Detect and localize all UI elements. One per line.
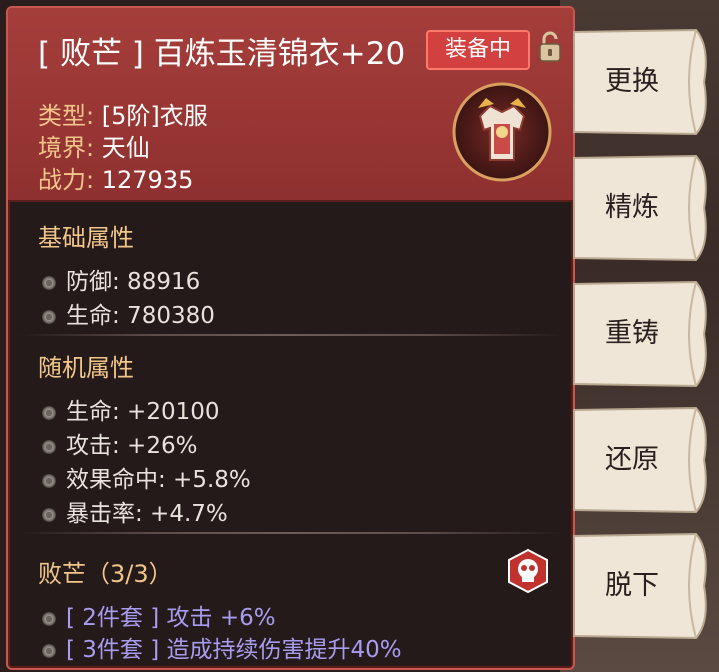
type-value: [5阶]衣服: [101, 102, 208, 130]
item-type-row: 类型: [5阶]衣服: [38, 96, 208, 131]
refine-label: 精炼: [605, 192, 659, 223]
bullet-dot-icon: [42, 611, 56, 626]
random-stat-effect-hit: 效果命中: +5.8%: [42, 460, 251, 494]
set-bonus-3pc: [ 3件套 ] 造成持续伤害提升40%: [42, 630, 402, 664]
random-stat-attack: 攻击: +26%: [42, 426, 197, 460]
random-stat-hp: 生命: +20100: [42, 392, 220, 426]
item-detail-panel: [ 败芒 ] 百炼玉清锦衣+20 装备中 类型: [5阶]衣服 境界: 天仙 战…: [6, 6, 575, 670]
unequip-button[interactable]: 脱下: [572, 530, 712, 642]
power-label: 战力:: [38, 166, 95, 194]
recast-label: 重铸: [605, 318, 659, 349]
item-title: [ 败芒 ] 百炼玉清锦衣+20: [38, 36, 406, 72]
section-divider: [18, 334, 563, 336]
power-value: 127935: [101, 166, 194, 194]
bullet-dot-icon: [42, 405, 56, 420]
set-bonus-title: 败芒（3/3）: [38, 560, 173, 588]
section-divider: [18, 532, 563, 534]
replace-label: 更换: [605, 66, 659, 97]
equipped-badge: 装备中: [426, 30, 530, 70]
base-stat-hp: 生命: 780380: [42, 296, 215, 330]
skull-badge-icon: [508, 548, 548, 594]
item-realm-row: 境界: 天仙: [38, 128, 150, 163]
lock-icon[interactable]: [538, 30, 562, 64]
bullet-dot-icon: [42, 643, 56, 658]
item-power-row: 战力: 127935: [38, 160, 193, 195]
bullet-dot-icon: [42, 309, 56, 324]
restore-label: 还原: [605, 444, 659, 475]
base-stat-defense: 防御: 88916: [42, 262, 200, 296]
bullet-dot-icon: [42, 275, 56, 290]
bullet-dot-icon: [42, 507, 56, 522]
random-attributes-title: 随机属性: [38, 354, 134, 382]
recast-button[interactable]: 重铸: [572, 278, 712, 390]
base-attributes-title: 基础属性: [38, 224, 134, 252]
bullet-dot-icon: [42, 473, 56, 488]
set-bonus-2pc: [ 2件套 ] 攻击 +6%: [42, 598, 276, 632]
realm-value: 天仙: [101, 134, 150, 162]
item-header: [ 败芒 ] 百炼玉清锦衣+20 装备中 类型: [5阶]衣服 境界: 天仙 战…: [8, 8, 573, 202]
random-stat-crit: 暴击率: +4.7%: [42, 494, 228, 528]
refine-button[interactable]: 精炼: [572, 152, 712, 264]
replace-button[interactable]: 更换: [572, 26, 712, 138]
type-label: 类型:: [38, 102, 95, 130]
armor-item-icon: [452, 82, 552, 182]
realm-label: 境界:: [38, 134, 95, 162]
restore-button[interactable]: 还原: [572, 404, 712, 516]
unequip-label: 脱下: [605, 570, 659, 601]
bullet-dot-icon: [42, 439, 56, 454]
